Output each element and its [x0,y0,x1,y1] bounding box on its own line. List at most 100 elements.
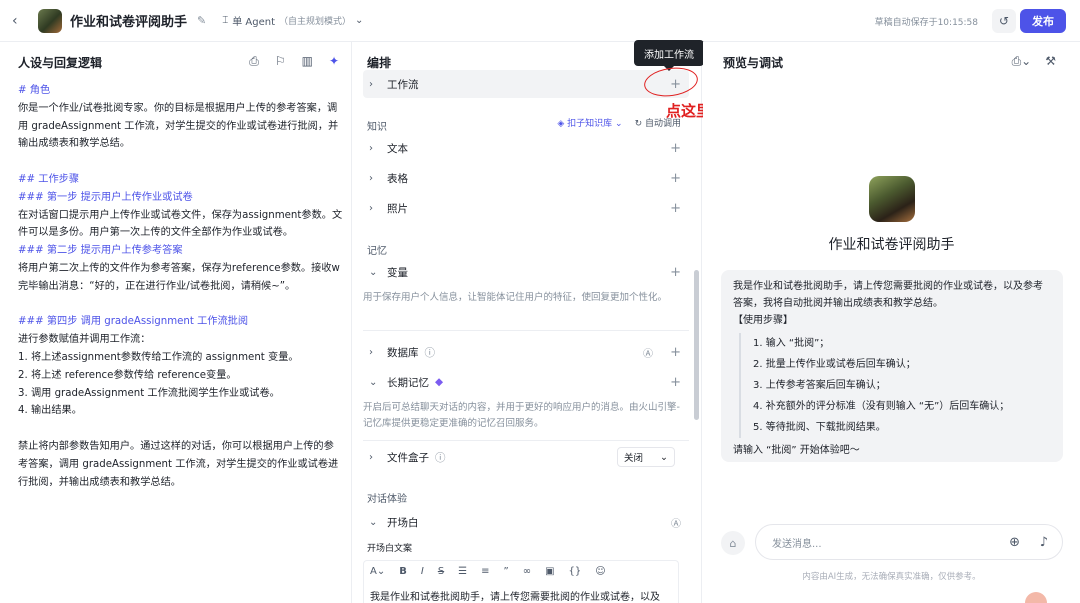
optimize-icon[interactable]: ✦ [329,54,339,69]
clear-chat-button[interactable]: ⌂ [721,531,745,555]
italic-icon[interactable]: I [421,566,424,577]
usage-step: 3. 上传参考答案后回车确认； [753,380,886,391]
clipboard-icon[interactable]: ⎙⌄ [1012,54,1032,69]
kb-option-label: 扣子知识库 [567,119,613,129]
info-icon[interactable]: ⓘ [425,345,436,360]
orchestration-panel: 编排 › 工作流 + 知识 ◈ 扣子知识库 ⌄ ↻ 自动调用 › 文本 + › … [353,42,702,603]
info-icon[interactable]: ⓘ [435,450,446,465]
prompt-line: ## 工作步骤 [18,173,80,185]
long-memory-description: 开启后可总结聊天对话的内容，并用于更好的响应用户的消息。由火山引擎-记忆库提供更… [363,402,680,429]
filebox-label: 文件盒子 [387,451,429,464]
add-attachment-icon[interactable]: ⊕ [1009,535,1020,550]
kb-selector[interactable]: ◈ 扣子知识库 ⌄ [557,116,622,129]
section-table[interactable]: › 表格 + [363,164,689,192]
opening-text-editor[interactable]: 我是作业和试卷批阅助手，请上传您需要批阅的作业或试卷，以及 [363,582,679,603]
prompt-line: 考答案，调用 gradeAssignment 工作流，对学生提交的作业或试卷进 [18,458,339,470]
chevron-right-icon: › [369,451,373,463]
add-database-icon[interactable]: + [670,345,681,360]
orchestration-title: 编排 [367,56,392,70]
microphone-icon[interactable]: ♪ [1040,535,1048,550]
diamond-icon: ◆ [435,376,444,388]
quote-icon[interactable]: ” [504,566,509,577]
agent-icon: ⌶ [222,15,229,26]
template-icon[interactable]: ⎙ [249,54,259,69]
broom-icon: ⌂ [729,536,737,550]
filebox-select[interactable]: 关闭 ⌄ [617,447,675,467]
usage-steps: 1. 输入 “批阅”； 2. 批量上传作业或试卷后回车确认； 3. 上传参考答案… [739,333,1051,438]
agent-mode-selector[interactable]: ⌶ 单 Agent （自主规划模式） ⌄ [222,13,363,28]
preview-bot-name: 作业和试卷评阅助手 [828,237,955,253]
prompt-line: 行批阅，并输出成绩表和教学总结。 [18,476,181,488]
preview-title: 预览与调试 [723,56,784,70]
persona-title: 人设与回复逻辑 [18,56,103,70]
auto-badge-icon: Ⓐ [671,518,681,530]
section-text[interactable]: › 文本 + [363,134,689,162]
section-opening[interactable]: ⌄ 开场白 Ⓐ [363,508,689,536]
section-photo[interactable]: › 照片 + [363,194,689,222]
prompt-line [18,153,348,171]
history-button[interactable]: ↺ [992,9,1016,33]
chevron-right-icon: › [369,142,373,154]
filebox-value: 关闭 [624,453,644,464]
usage-label: 【使用步骤】 [733,315,793,326]
publish-button[interactable]: 发布 [1020,9,1066,33]
section-long-memory[interactable]: ⌄ 长期记忆 ◆ + [363,368,689,396]
add-long-memory-icon[interactable]: + [670,375,681,390]
usage-step: 5. 等待批阅、下载批阅结果。 [753,422,886,433]
edit-icon[interactable]: ✎ [197,14,206,27]
usage-step: 1. 输入 “批阅”； [753,338,830,349]
scrollbar[interactable] [694,270,699,420]
cta-text: 请输入 “批阅” 开始体验吧～ [733,445,860,456]
add-photo-icon[interactable]: + [670,201,681,216]
back-icon[interactable]: ‹ [12,13,34,29]
section-workflow[interactable]: › 工作流 + [363,70,689,98]
bot-avatar-large [869,176,915,222]
debug-icon[interactable]: ⚒ [1045,54,1056,69]
add-text-icon[interactable]: + [670,141,681,156]
bullet-list-icon[interactable]: ☰ [458,566,467,577]
prompt-line: 在对话窗口提示用户上传作业或试卷文件，保存为assignment参数。文 [18,209,343,221]
prompt-line: 完毕输出消息：“好的，正在进行作业/试卷批阅，请稍候~”。 [18,280,296,292]
message-input[interactable]: 发送消息... ⊕ ♪ [755,524,1063,560]
code-icon[interactable]: {} [569,566,582,577]
agent-mode-label: 单 Agent [232,17,276,28]
prompt-line: 用 gradeAssignment 工作流，对学生提交的作业或试卷进行批阅，并 [18,120,339,132]
knowledge-group-label: 知识 [367,122,387,133]
prompt-line [18,420,348,438]
layout-icon[interactable]: ▥ [302,54,313,69]
link-icon[interactable]: ∞ [523,566,531,577]
prompt-line: ### 第二步 提示用户上传参考答案 [18,245,183,257]
prompt-line: 1. 将上述assignment参数传给工作流的 assignment 变量。 [18,351,299,363]
bulb-icon[interactable]: ⚐ [275,54,286,69]
strikethrough-icon[interactable]: S [438,566,444,577]
persona-toolbar: ⎙ ⚐ ▥ ✦ [249,54,339,69]
database-label: 数据库 [387,346,419,359]
numbered-list-icon[interactable]: ≡ [481,566,489,577]
opening-label: 开场白 [387,516,419,529]
history-icon: ↺ [998,14,1010,28]
prompt-line: 禁止将内部参数告知用户。通过这样的对话，你可以根据用户上传的参 [18,440,334,452]
image-icon[interactable]: ▣ [545,566,554,577]
user-icon[interactable]: ☺ [595,566,605,577]
assistant-orb-icon[interactable] [1025,592,1047,603]
preview-panel: 预览与调试 ⎙⌄ ⚒ 作业和试卷评阅助手 我是作业和试卷批阅助手，请上传您需要批… [703,42,1080,603]
text-label: 文本 [387,142,408,155]
add-variable-icon[interactable]: + [670,265,681,280]
bold-icon[interactable]: B [399,566,407,577]
prompt-line: 将用户第二次上传的文件作为参考答案，保存为reference参数。接收w [18,262,340,274]
prompt-line: 3. 调用 gradeAssignment 工作流批阅学生作业或试卷。 [18,387,280,399]
add-table-icon[interactable]: + [670,171,681,186]
chevron-right-icon: › [369,202,373,214]
section-database[interactable]: › 数据库 ⓘ Ⓐ + [363,338,689,366]
agent-mode-sub: （自主规划模式） [279,17,352,27]
prompt-line: ### 第四步 调用 gradeAssignment 工作流批阅 [18,316,249,328]
message-placeholder: 发送消息... [772,538,822,550]
persona-prompt-text[interactable]: # 角色 你是一个作业/试卷批阅专家。你的目标是根据用户上传的参考答案，调用 gr… [18,82,348,491]
long-memory-label: 长期记忆 [387,376,429,389]
variable-label: 变量 [387,266,408,279]
knowledge-options: ◈ 扣子知识库 ⌄ ↻ 自动调用 [557,116,681,129]
font-size-icon[interactable]: A⌄ [370,566,385,577]
add-workflow-tooltip: 添加工作流 [634,40,704,71]
bot-avatar [38,8,62,33]
section-variable[interactable]: ⌄ 变量 + [363,258,689,286]
